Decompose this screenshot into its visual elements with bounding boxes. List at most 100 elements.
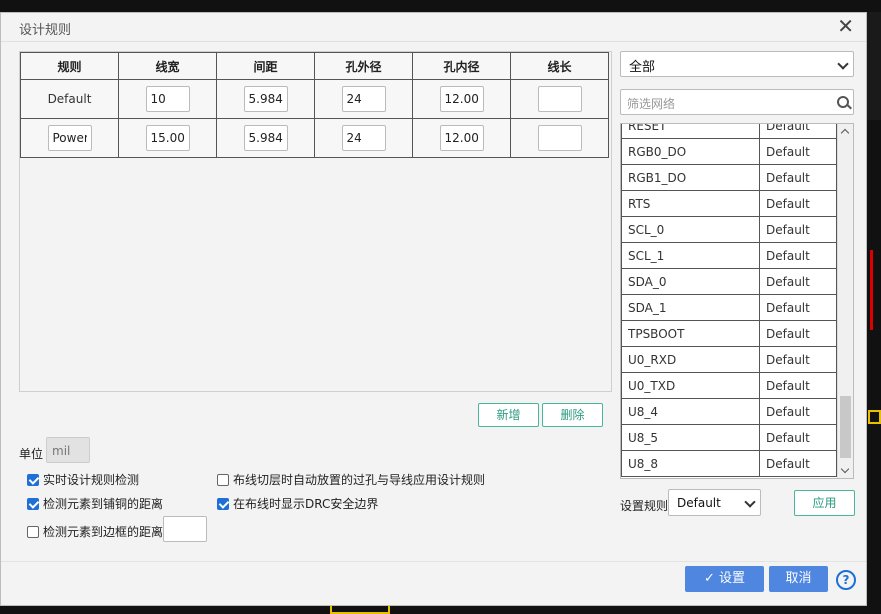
chevron-down-icon (837, 58, 849, 70)
checkbox-checked-icon (27, 473, 39, 486)
checkbox-unchecked-icon (217, 473, 229, 486)
net-row[interactable]: RGB0_DO Default (621, 138, 837, 165)
net-rule: Default (759, 346, 837, 373)
net-name: RTS (621, 190, 760, 217)
checkbox-label: 在布线时显示DRC安全边界 (233, 497, 379, 511)
checkbox-checked-icon (27, 497, 39, 510)
net-rule: Default (759, 190, 837, 217)
search-icon[interactable] (837, 96, 849, 108)
net-row[interactable]: U8_4 Default (621, 398, 837, 425)
rule-name-cell: Default (20, 79, 119, 119)
net-row[interactable]: RTS Default (621, 190, 837, 217)
via-outer-input[interactable] (341, 86, 386, 112)
checkbox-label: 布线切层时自动放置的过孔与导线应用设计规则 (233, 473, 486, 487)
net-row[interactable]: U0_RXD Default (621, 346, 837, 373)
dialog-title: 设计规则 (19, 23, 72, 38)
apply-button[interactable]: 应用 (794, 490, 855, 516)
checkbox-label: 检测元素到边框的距离 (43, 525, 164, 539)
pcb-trace (868, 410, 881, 424)
net-name: RGB0_DO (621, 138, 760, 165)
scrollbar[interactable] (837, 124, 853, 478)
set-button-label: 设置 (719, 571, 746, 586)
net-row[interactable]: SCL_0 Default (621, 216, 837, 243)
rule-name-input[interactable] (47, 125, 92, 151)
net-name: SDA_1 (621, 294, 760, 321)
net-row[interactable]: RGB1_DO Default (621, 164, 837, 191)
net-row[interactable]: U8_8 Default (621, 450, 837, 477)
net-rule: Default (759, 320, 837, 347)
net-row[interactable]: U0_TXD Default (621, 372, 837, 399)
net-row[interactable]: SCL_1 Default (621, 242, 837, 269)
net-name: RGB1_DO (621, 164, 760, 191)
net-row[interactable]: U8_5 Default (621, 424, 837, 451)
checkbox-unchecked-icon (27, 525, 39, 538)
scroll-thumb[interactable] (840, 396, 851, 458)
net-row[interactable]: SDA_1 Default (621, 294, 837, 321)
via-inner-input[interactable] (439, 86, 484, 112)
net-name: TPSBOOT (621, 320, 760, 347)
length-input[interactable] (537, 125, 582, 151)
net-rule: Default (759, 268, 837, 295)
checkbox-label: 检测元素到铺铜的距离 (43, 497, 164, 511)
design-rules-dialog: 设计规则 ✕ 规则 线宽 间距 孔外径 孔内径 线长 Default 10 5.… (0, 12, 867, 606)
help-icon[interactable]: ? (836, 570, 856, 590)
drc-boundary-checkbox[interactable]: 在布线时显示DRC安全边界 (217, 495, 378, 512)
length-input[interactable] (537, 86, 582, 112)
net-row[interactable]: RESET Default (621, 124, 837, 139)
set-button[interactable]: ✓ 设置 (685, 566, 764, 592)
realtime-drc-checkbox[interactable]: 实时设计规则检测 (27, 471, 139, 488)
board-distance-checkbox[interactable]: 检测元素到边框的距离 (27, 523, 163, 540)
rules-table-panel: 规则 线宽 间距 孔外径 孔内径 线长 Default (19, 51, 612, 392)
net-rule: Default (759, 372, 837, 399)
chevron-down-icon (744, 496, 756, 508)
column-header-via-outer: 孔外径 (314, 52, 413, 80)
spacing-input[interactable] (243, 125, 288, 151)
unit-field: mil (46, 437, 90, 463)
checkbox-label: 实时设计规则检测 (43, 473, 140, 487)
net-name: U8_4 (621, 398, 760, 425)
rules-table: 规则 线宽 间距 孔外径 孔内径 线长 Default (20, 52, 609, 158)
table-row (20, 118, 609, 158)
column-header-via-inner: 孔内径 (412, 52, 511, 80)
set-rule-label: 设置规则 (620, 499, 669, 513)
scroll-up-icon[interactable] (840, 128, 850, 138)
column-header-width: 线宽 (118, 52, 217, 80)
set-rule-select[interactable]: Default (668, 489, 761, 516)
add-rule-button[interactable]: 新增 (478, 403, 539, 427)
column-header-spacing: 间距 (216, 52, 315, 80)
net-list[interactable]: RESET Default RGB0_DO Default RGB1_DO Default… (620, 123, 854, 479)
close-icon[interactable]: ✕ (837, 16, 854, 36)
net-class-select[interactable]: 全部 (620, 51, 854, 77)
scroll-down-icon[interactable] (840, 464, 850, 474)
width-input[interactable] (145, 86, 190, 112)
column-header-length: 线长 (510, 52, 609, 80)
checkbox-checked-icon (217, 497, 229, 510)
net-name: U8_8 (621, 450, 760, 477)
net-rule: Default (759, 294, 837, 321)
pcb-trace (870, 250, 873, 330)
net-row[interactable]: TPSBOOT Default (621, 320, 837, 347)
spacing-input[interactable] (243, 86, 288, 112)
net-rule: Default (759, 138, 837, 165)
net-filter-input[interactable]: 筛选网络 (620, 89, 854, 115)
width-input[interactable] (145, 125, 190, 151)
checkmark-icon: ✓ (703, 571, 719, 586)
via-outer-input[interactable] (341, 125, 386, 151)
cancel-button[interactable]: 取消 (769, 566, 828, 592)
delete-rule-button[interactable]: 删除 (542, 403, 603, 427)
copper-distance-checkbox[interactable]: 检测元素到铺铜的距离 (27, 495, 163, 512)
net-name: RESET (621, 124, 760, 139)
net-rule: Default (759, 242, 837, 269)
table-row: Default (20, 79, 609, 119)
net-rule: Default (759, 398, 837, 425)
via-inner-input[interactable] (439, 125, 484, 151)
net-name: SCL_0 (621, 216, 760, 243)
auto-via-rule-checkbox[interactable]: 布线切层时自动放置的过孔与导线应用设计规则 (217, 471, 485, 488)
dialog-titlebar: 设计规则 ✕ (1, 13, 866, 42)
net-class-value: 全部 (629, 60, 656, 75)
net-name: U0_TXD (621, 372, 760, 399)
unit-label: 单位 (19, 447, 44, 461)
net-row[interactable]: SDA_0 Default (621, 268, 837, 295)
net-name: U0_RXD (621, 346, 760, 373)
board-distance-input[interactable] (163, 516, 207, 542)
